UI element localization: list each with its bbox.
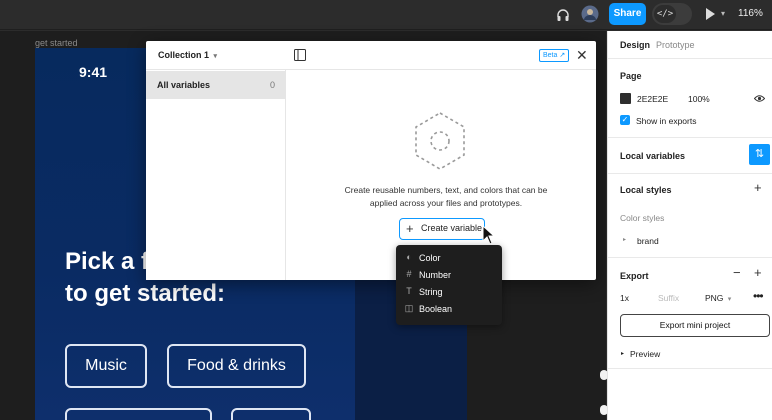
eye-icon[interactable] <box>754 94 765 103</box>
menu-item-boolean[interactable]: ◫ Boolean <box>396 301 502 318</box>
page-color-hex[interactable]: 2E2E2E <box>637 94 668 104</box>
page-section-title: Page <box>620 71 642 81</box>
chevron-right-icon[interactable]: ▸ <box>621 350 624 357</box>
empty-state-line1: Create reusable numbers, text, and color… <box>344 185 548 195</box>
create-variable-label: Create variable <box>421 223 483 233</box>
create-variable-button[interactable]: + Create variable <box>399 218 485 240</box>
external-link-icon: ↗ <box>559 52 566 59</box>
close-icon[interactable]: ✕ <box>576 47 588 64</box>
page-color-swatch[interactable] <box>620 93 631 104</box>
export-format-select[interactable]: PNG ▾ <box>705 293 731 303</box>
chevron-down-icon: ▾ <box>211 53 217 60</box>
preview-toggle[interactable]: Preview <box>630 349 660 359</box>
tab-design[interactable]: Design <box>620 40 650 50</box>
avatar[interactable] <box>581 5 599 23</box>
chevron-down-icon: ▾ <box>725 296 732 303</box>
sidebar-item-all-variables[interactable]: All variables 0 <box>146 71 286 99</box>
menu-item-label: Color <box>419 253 441 263</box>
divider <box>608 173 772 174</box>
variable-type-menu: ◐ Color # Number T String ◫ Boolean <box>396 245 502 325</box>
page-opacity[interactable]: 100% <box>688 94 710 104</box>
menu-item-label: Number <box>419 270 452 280</box>
menu-item-color[interactable]: ◐ Color <box>396 250 502 267</box>
share-button[interactable]: Share <box>609 3 646 25</box>
more-options-icon[interactable]: ••• <box>753 289 764 303</box>
local-styles-title: Local styles <box>620 185 672 195</box>
play-icon[interactable] <box>706 8 715 20</box>
menu-item-label: String <box>419 287 443 297</box>
adjust-icon: ⇅ <box>754 148 765 160</box>
pill-partial[interactable] <box>231 408 311 420</box>
frame-label[interactable]: get started <box>35 38 78 48</box>
dialog-header: Collection 1 ▾ Beta ↗ ✕ <box>146 41 596 70</box>
headline-line2: to get started: <box>65 280 226 307</box>
headphones-icon[interactable] <box>555 7 571 23</box>
tab-prototype[interactable]: Prototype <box>656 40 695 50</box>
export-button[interactable]: Export mini project <box>620 314 770 337</box>
export-title: Export <box>620 271 649 281</box>
variables-empty-icon <box>415 112 465 170</box>
menu-item-number[interactable]: # Number <box>396 267 502 284</box>
beta-badge[interactable]: Beta ↗ <box>539 49 570 62</box>
open-variables-button[interactable]: ⇅ <box>749 144 770 165</box>
string-icon: T <box>406 286 412 296</box>
pill-food-drinks[interactable]: Food & drinks <box>167 344 306 388</box>
plus-icon: + <box>406 221 414 236</box>
collection-selector[interactable]: Collection 1 ▾ <box>158 50 217 60</box>
export-format-value: PNG <box>705 293 724 303</box>
variable-count: 0 <box>269 80 275 90</box>
minus-icon[interactable]: − <box>733 265 741 280</box>
sidebar-toggle-icon[interactable] <box>294 49 306 61</box>
divider <box>608 368 772 369</box>
divider <box>608 257 772 258</box>
show-in-exports-checkbox[interactable]: ✓ <box>620 115 630 125</box>
menu-item-string[interactable]: T String <box>396 284 502 301</box>
panel-tabs: Design Prototype <box>608 31 772 59</box>
divider <box>608 137 772 138</box>
beta-label: Beta <box>543 52 558 59</box>
properties-panel: Design Prototype Page 2E2E2E 100% ✓ Show… <box>607 31 772 420</box>
export-suffix-input[interactable]: Suffix <box>658 293 679 303</box>
color-icon: ◐ <box>406 252 412 262</box>
color-styles-label: Color styles <box>620 213 665 223</box>
pill-music[interactable]: Music <box>65 344 147 388</box>
sidebar-item-label: All variables <box>157 80 211 90</box>
local-variables-title: Local variables <box>620 151 686 161</box>
dev-mode-toggle[interactable]: </> <box>652 3 692 25</box>
variables-dialog: Collection 1 ▾ Beta ↗ ✕ All variables 0 … <box>146 41 596 280</box>
show-in-exports-label: Show in exports <box>636 116 697 126</box>
plus-icon[interactable]: + <box>754 265 762 280</box>
boolean-icon: ◫ <box>404 303 414 313</box>
empty-state-line2: applied across your files and prototypes… <box>369 198 523 208</box>
chevron-down-icon[interactable]: ▾ <box>721 9 725 18</box>
number-icon: # <box>406 269 412 279</box>
empty-state-description: Create reusable numbers, text, and color… <box>296 184 596 210</box>
collection-title: Collection 1 <box>158 50 210 60</box>
zoom-level[interactable]: 116% <box>738 8 763 19</box>
collection-sidebar <box>146 70 286 280</box>
menu-item-label: Boolean <box>419 304 453 314</box>
mouse-cursor-icon <box>482 225 496 245</box>
plus-icon[interactable]: + <box>754 180 762 195</box>
pill-partial[interactable] <box>65 408 212 420</box>
export-scale[interactable]: 1x <box>620 293 629 303</box>
chevron-right-icon[interactable]: ▸ <box>623 236 626 243</box>
toolbar: Share </> ▾ 116% <box>0 0 772 30</box>
status-time: 9:41 <box>79 64 108 80</box>
code-icon: </> <box>654 5 676 23</box>
style-brand[interactable]: brand <box>637 236 659 246</box>
